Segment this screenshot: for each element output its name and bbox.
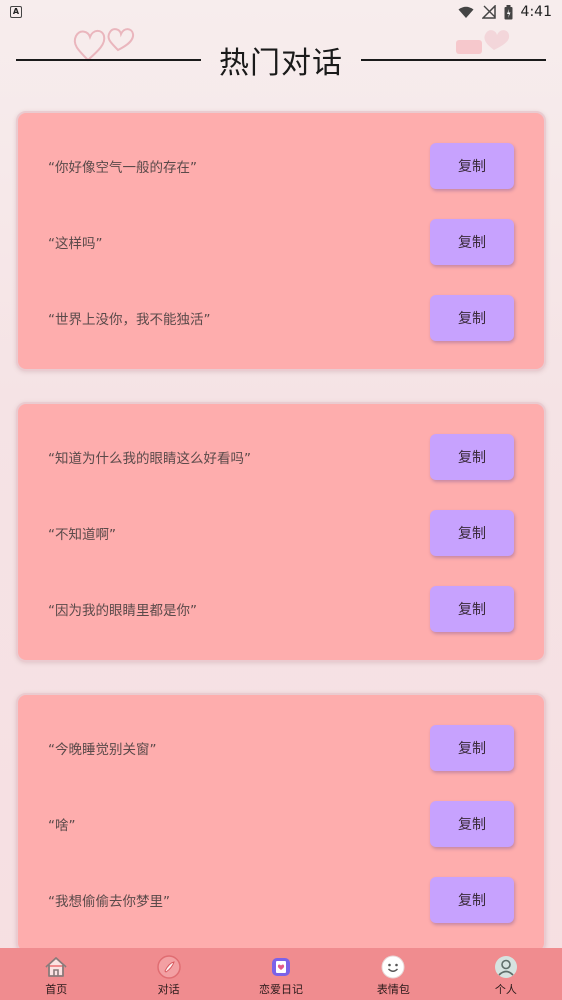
dialogue-card: “知道为什么我的眼睛这么好看吗” 复制 “不知道啊” 复制 “因为我的眼睛里都是… bbox=[16, 402, 546, 662]
title-divider-left bbox=[16, 59, 201, 61]
dialogue-text: “因为我的眼睛里都是你” bbox=[48, 603, 197, 619]
chat-icon bbox=[156, 954, 182, 980]
dialogue-line: “因为我的眼睛里都是你” 复制 bbox=[18, 586, 544, 632]
tab-profile[interactable]: 个人 bbox=[450, 948, 562, 1000]
dialogue-text: “知道为什么我的眼睛这么好看吗” bbox=[48, 451, 251, 467]
tab-label: 表情包 bbox=[376, 983, 410, 996]
dialogue-text: “这样吗” bbox=[48, 236, 103, 252]
dialogue-text: “不知道啊” bbox=[48, 527, 116, 543]
dialogue-text: “我想偷偷去你梦里” bbox=[48, 894, 170, 910]
dialogue-line: “不知道啊” 复制 bbox=[18, 510, 544, 556]
profile-icon bbox=[493, 954, 519, 980]
tab-label: 个人 bbox=[494, 983, 517, 996]
page-header: 热门对话 bbox=[16, 38, 546, 82]
notification-a-icon: A bbox=[10, 6, 22, 18]
tab-chat[interactable]: 对话 bbox=[112, 948, 224, 1000]
dialogue-text: “世界上没你，我不能独活” bbox=[48, 312, 211, 328]
emoji-icon bbox=[380, 954, 406, 980]
dialogue-line: “我想偷偷去你梦里” 复制 bbox=[18, 877, 544, 923]
copy-button[interactable]: 复制 bbox=[430, 877, 514, 923]
bottom-tab-bar: 首页 对话 恋爱日记 表情包 个人 bbox=[0, 948, 562, 1000]
home-icon bbox=[43, 954, 69, 980]
dialogue-line: “啥” 复制 bbox=[18, 801, 544, 847]
copy-button[interactable]: 复制 bbox=[430, 801, 514, 847]
copy-button[interactable]: 复制 bbox=[430, 586, 514, 632]
signal-icon bbox=[481, 5, 496, 19]
dialogue-line: “知道为什么我的眼睛这么好看吗” 复制 bbox=[18, 434, 544, 480]
tab-label: 恋爱日记 bbox=[259, 983, 304, 996]
dialogue-text: “你好像空气一般的存在” bbox=[48, 160, 197, 176]
diary-icon bbox=[268, 954, 294, 980]
dialogue-line: “世界上没你，我不能独活” 复制 bbox=[18, 295, 544, 341]
copy-button[interactable]: 复制 bbox=[430, 219, 514, 265]
copy-button[interactable]: 复制 bbox=[430, 510, 514, 556]
copy-button[interactable]: 复制 bbox=[430, 295, 514, 341]
page-title: 热门对话 bbox=[219, 46, 343, 81]
dialogue-line: “你好像空气一般的存在” 复制 bbox=[18, 143, 544, 189]
copy-button[interactable]: 复制 bbox=[430, 725, 514, 771]
dialogue-card: “你好像空气一般的存在” 复制 “这样吗” 复制 “世界上没你，我不能独活” 复… bbox=[16, 111, 546, 371]
dialogue-line: “今晚睡觉别关窗” 复制 bbox=[18, 725, 544, 771]
tab-stickers[interactable]: 表情包 bbox=[337, 948, 449, 1000]
tab-label: 首页 bbox=[45, 983, 68, 996]
dialogue-text: “啥” bbox=[48, 818, 76, 834]
title-divider-right bbox=[361, 59, 546, 61]
wifi-icon bbox=[458, 6, 474, 18]
copy-button[interactable]: 复制 bbox=[430, 143, 514, 189]
tab-label: 对话 bbox=[157, 983, 180, 996]
tab-love-diary[interactable]: 恋爱日记 bbox=[225, 948, 337, 1000]
tab-home[interactable]: 首页 bbox=[0, 948, 112, 1000]
copy-button[interactable]: 复制 bbox=[430, 434, 514, 480]
dialogue-card: “今晚睡觉别关窗” 复制 “啥” 复制 “我想偷偷去你梦里” 复制 bbox=[16, 693, 546, 953]
dialogue-line: “这样吗” 复制 bbox=[18, 219, 544, 265]
dialogue-text: “今晚睡觉别关窗” bbox=[48, 742, 157, 758]
